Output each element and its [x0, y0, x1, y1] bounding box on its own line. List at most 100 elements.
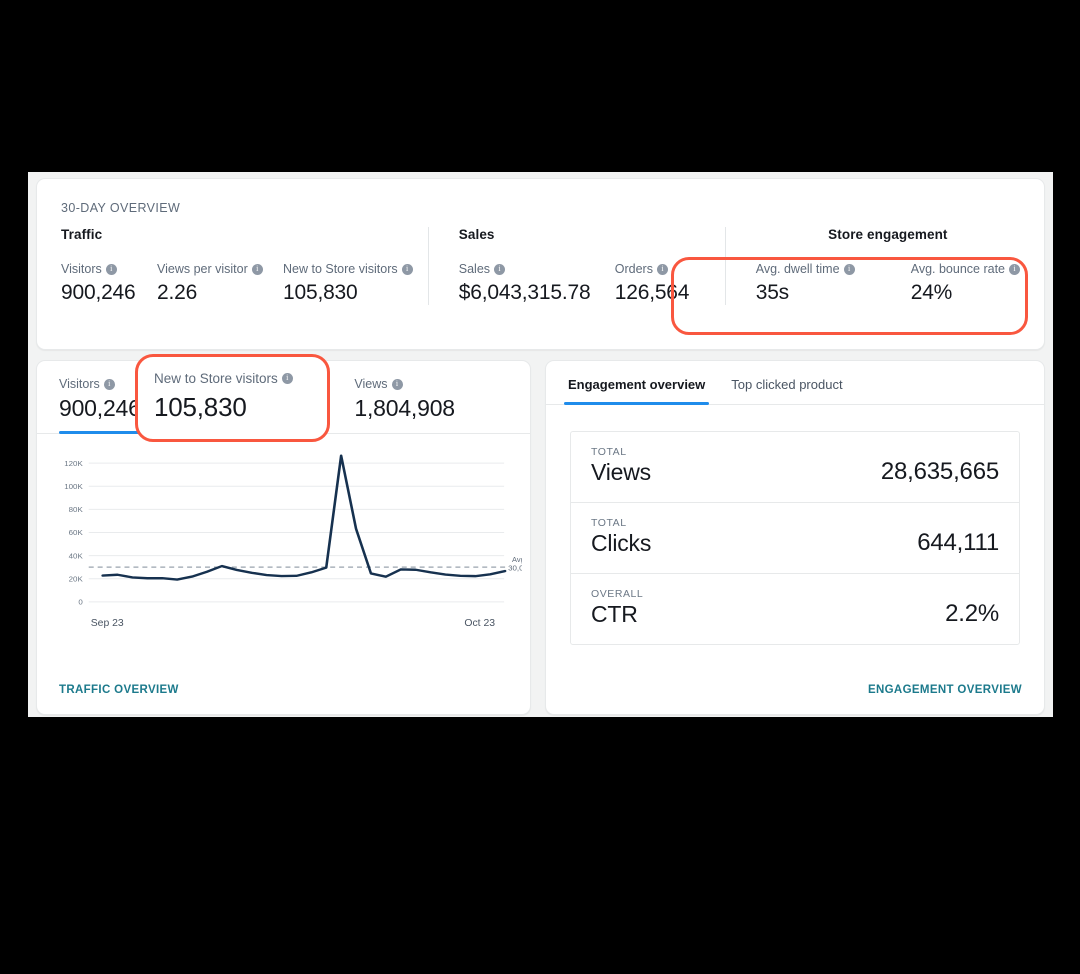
metric-views-per-visitor: Views per visitor 2.26	[157, 262, 283, 305]
overview-group-store-engagement: Store engagement Avg. dwell time 35s Avg…	[724, 227, 1020, 305]
traffic-tab-label: Views	[354, 377, 388, 391]
overview-group-title: Traffic	[61, 227, 103, 242]
traffic-tab-visitors[interactable]: Visitors 900,246	[59, 377, 141, 434]
metric-label-text: Orders	[614, 262, 653, 276]
metric-label-text: Avg. bounce rate	[910, 262, 1005, 276]
traffic-tab-label: Visitors	[59, 377, 100, 391]
metric-avg-bounce-rate: Avg. bounce rate 24%	[911, 262, 1020, 305]
svg-text:100K: 100K	[64, 482, 83, 491]
row-name: Views	[591, 459, 651, 485]
table-row: TOTAL Clicks 644,111	[571, 503, 1019, 574]
engagement-body: TOTAL Views 28,635,665 TOTAL Clicks 644,…	[546, 405, 1044, 684]
metric-label: Orders	[615, 262, 690, 276]
overview-columns: Traffic Visitors 900,246 Views per visit…	[61, 227, 1020, 305]
metric-label-text: New to Store visitors	[283, 262, 398, 276]
metric-value: 35s	[755, 281, 789, 304]
overlay-label-text: New to Store visitors	[154, 371, 278, 386]
metric-visitors: Visitors 900,246	[61, 262, 157, 305]
info-icon[interactable]	[105, 263, 117, 275]
metric-new-to-store-visitors: New to Store visitors 105,830	[283, 262, 413, 305]
engagement-overview-link[interactable]: ENGAGEMENT OVERVIEW	[868, 684, 1022, 696]
thirty-day-overview-card: 30-DAY OVERVIEW Traffic Visitors 900,246	[36, 178, 1045, 350]
svg-text:40K: 40K	[69, 552, 84, 561]
chart-average-annotation: Avg 30,008.2	[508, 555, 522, 572]
row-name: Clicks	[591, 530, 652, 556]
overview-group-title: Store engagement	[828, 227, 948, 242]
row-name: CTR	[591, 601, 638, 627]
dashboard-page: 30-DAY OVERVIEW Traffic Visitors 900,246	[28, 172, 1053, 717]
tab-top-clicked-product[interactable]: Top clicked product	[731, 377, 842, 404]
metric-label-text: Avg. dwell time	[755, 262, 840, 276]
row-value: 2.2%	[945, 600, 999, 627]
metric-label-text: Visitors	[61, 262, 102, 276]
metric-avg-dwell-time: Avg. dwell time 35s	[756, 262, 911, 305]
metric-value: 126,564	[614, 281, 690, 304]
overview-group-sales: Sales Sales $6,043,315.78 Orders	[427, 227, 715, 305]
metric-value: 900,246	[61, 281, 136, 304]
metric-label-text: Sales	[458, 262, 491, 276]
metric-label: Sales	[459, 262, 615, 276]
metric-label: Views per visitor	[157, 262, 283, 276]
overview-eyebrow: 30-DAY OVERVIEW	[61, 201, 181, 215]
traffic-panel: Visitors 900,246 New to Store visitors 1…	[36, 354, 531, 715]
table-row: TOTAL Views 28,635,665	[571, 432, 1019, 503]
overview-group-traffic: Traffic Visitors 900,246 Views per visit…	[61, 227, 418, 305]
metric-value: 105,830	[283, 281, 358, 304]
engagement-panel-footer: ENGAGEMENT OVERVIEW	[546, 684, 1044, 714]
traffic-tab-value: 1,804,908	[354, 395, 455, 421]
svg-text:20K: 20K	[69, 575, 84, 584]
row-kicker: TOTAL	[591, 517, 627, 529]
tab-engagement-overview[interactable]: Engagement overview	[563, 377, 710, 405]
info-icon[interactable]	[251, 263, 263, 275]
metric-label: Views	[354, 377, 455, 391]
row-kicker: TOTAL	[591, 446, 627, 458]
engagement-tab-bar: Engagement overview Top clicked product	[546, 361, 1044, 405]
overlay-value: 105,830	[154, 392, 247, 422]
metric-label: Visitors	[61, 262, 157, 276]
engagement-metrics-table: TOTAL Views 28,635,665 TOTAL Clicks 644,…	[570, 431, 1020, 645]
svg-text:80K: 80K	[69, 505, 84, 514]
svg-text:120K: 120K	[64, 459, 83, 468]
engagement-row-text: OVERALL CTR	[591, 588, 643, 628]
metric-sales: Sales $6,043,315.78	[459, 262, 615, 305]
info-icon[interactable]	[843, 263, 855, 275]
row-kicker: OVERALL	[591, 588, 644, 600]
info-icon[interactable]	[494, 263, 506, 275]
sales-metrics: Sales $6,043,315.78 Orders 126,564	[459, 262, 715, 305]
info-icon[interactable]	[281, 372, 293, 384]
info-icon[interactable]	[1009, 263, 1020, 275]
metric-value: $6,043,315.78	[458, 281, 591, 304]
svg-text:60K: 60K	[69, 529, 84, 538]
table-row: OVERALL CTR 2.2%	[571, 574, 1019, 644]
chart-data-line	[101, 454, 507, 581]
metric-label: New to Store visitors	[154, 371, 311, 386]
traffic-line-chart-svg: 120K 100K 80K 60K 40K 20K 0 Avg	[64, 454, 522, 629]
info-icon[interactable]	[656, 263, 668, 275]
engagement-row-text: TOTAL Clicks	[591, 517, 651, 557]
metric-label: Avg. bounce rate	[911, 262, 1020, 276]
metric-value: 24%	[910, 281, 953, 304]
svg-text:30,008.2: 30,008.2	[508, 564, 522, 573]
info-icon[interactable]	[103, 378, 115, 390]
svg-text:Oct 23: Oct 23	[464, 618, 495, 629]
traffic-chart: 120K 100K 80K 60K 40K 20K 0 Avg	[37, 434, 530, 684]
engagement-panel: Engagement overview Top clicked product …	[545, 360, 1045, 715]
chart-x-tick-labels: Sep 23 Oct 23	[91, 618, 496, 629]
metric-label: Avg. dwell time	[756, 262, 911, 276]
info-icon[interactable]	[401, 263, 413, 275]
traffic-tab-views[interactable]: Views 1,804,908	[354, 377, 455, 433]
row-value: 28,635,665	[880, 458, 999, 485]
chart-gridlines	[88, 462, 505, 603]
metric-label-text: Views per visitor	[157, 262, 248, 276]
traffic-overview-link[interactable]: TRAFFIC OVERVIEW	[59, 684, 179, 696]
metric-value: 2.26	[157, 281, 198, 304]
svg-text:Avg: Avg	[512, 555, 522, 564]
metric-label: New to Store visitors	[283, 262, 413, 276]
chart-y-tick-labels: 120K 100K 80K 60K 40K 20K 0	[64, 459, 83, 606]
overview-group-title: Sales	[458, 227, 495, 242]
engagement-row-text: TOTAL Views	[591, 446, 651, 486]
bottom-row: Visitors 900,246 New to Store visitors 1…	[36, 354, 1045, 715]
info-icon[interactable]	[391, 378, 403, 390]
svg-text:0: 0	[78, 598, 82, 607]
metric-label: Visitors	[59, 377, 141, 391]
